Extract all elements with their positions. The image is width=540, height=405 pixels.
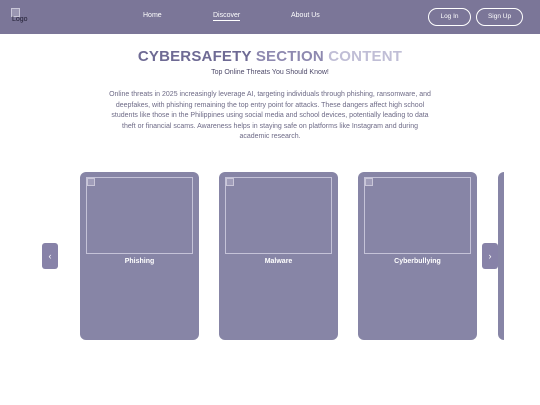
- threat-card-phishing[interactable]: Phishing: [80, 172, 199, 340]
- broken-image-icon: [87, 178, 95, 186]
- signup-button[interactable]: Sign Up: [476, 8, 523, 26]
- logo-alt-text: Logo: [12, 16, 28, 23]
- nav-link-home[interactable]: Home: [143, 12, 162, 19]
- card-title: Cyberbullying: [394, 258, 441, 265]
- nav-link-about-us[interactable]: About Us: [291, 12, 320, 19]
- next-card-peek: [498, 172, 504, 340]
- card-title: Malware: [264, 258, 293, 265]
- nav-link-discover[interactable]: Discover: [213, 12, 241, 21]
- logo[interactable]: Logo: [11, 8, 31, 26]
- title-part-1: CYBERSAFETY: [137, 48, 252, 65]
- carousel-prev-button[interactable]: ‹: [42, 243, 58, 269]
- card-title: Phishing: [124, 258, 155, 265]
- title-part-2: SECTION: [255, 48, 324, 65]
- broken-image-icon: [226, 178, 234, 186]
- card-image: [364, 177, 471, 254]
- card-image: [225, 177, 332, 254]
- threat-card-malware[interactable]: Malware: [219, 172, 338, 340]
- intro-paragraph: Online threats in 2025 increasingly leve…: [109, 91, 431, 140]
- title-part-3: CONTENT: [328, 48, 403, 65]
- threat-card-cyberbullying[interactable]: Cyberbullying: [358, 172, 477, 340]
- carousel-next-button[interactable]: ›: [482, 243, 498, 269]
- broken-image-icon: [365, 178, 373, 186]
- card-image: [86, 177, 193, 254]
- top-nav: Logo Home Discover About Us Log In Sign …: [0, 0, 540, 34]
- page-subtitle: Top Online Threats You Should Know!: [211, 69, 329, 76]
- page-title: CYBERSAFETY SECTION CONTENT: [0, 48, 540, 65]
- login-button[interactable]: Log In: [428, 8, 471, 26]
